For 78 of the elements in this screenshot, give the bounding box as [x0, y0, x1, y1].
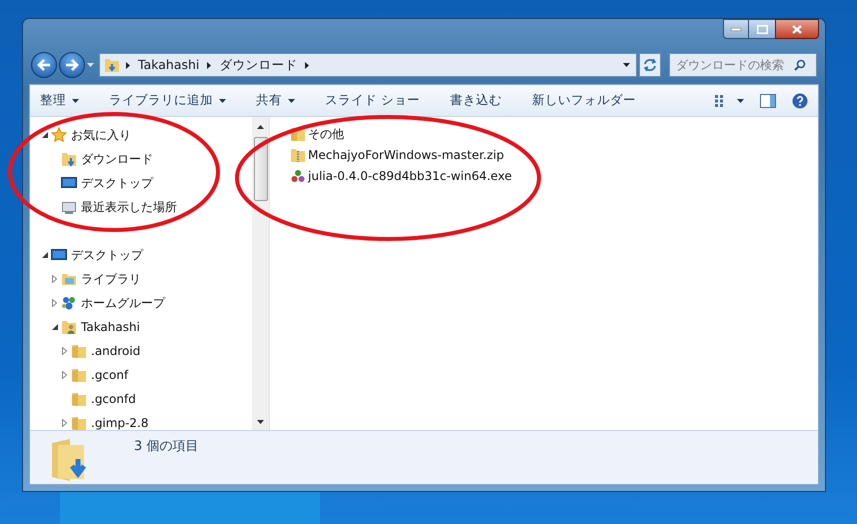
expanded-triangle-icon[interactable]	[42, 132, 48, 138]
toolbar-button[interactable]: 整理	[40, 91, 79, 110]
scroll-up-icon	[257, 125, 264, 129]
download-folder-icon	[61, 151, 77, 167]
tree-item[interactable]: .gconf	[91, 366, 128, 384]
view-options-button[interactable]	[715, 94, 744, 106]
chevron-icon	[126, 62, 130, 68]
collapsed-triangle-icon[interactable]	[62, 371, 67, 379]
collapsed-triangle-icon[interactable]	[52, 275, 57, 283]
folder-icon	[71, 391, 87, 407]
tree-item[interactable]: 最近表示した場所	[81, 198, 177, 216]
item-count: 3 個の項目	[134, 438, 198, 456]
folder-icon	[71, 367, 87, 383]
expanded-triangle-icon[interactable]	[52, 324, 58, 330]
scroll-down-icon	[257, 420, 264, 424]
scroll-thumb[interactable]	[254, 137, 268, 201]
back-arrow-icon	[37, 59, 51, 71]
forward-arrow-icon	[65, 59, 79, 71]
scrollbar[interactable]	[252, 117, 269, 430]
maximize-button[interactable]	[749, 19, 775, 39]
tree-item[interactable]: ホームグループ	[81, 294, 165, 312]
toolbar-button[interactable]: 共有	[256, 91, 295, 110]
folder-icon	[71, 343, 87, 359]
dropdown-caret-icon	[623, 63, 630, 67]
monitor-icon	[61, 175, 77, 191]
user-folder-icon	[61, 319, 77, 335]
toolbar-button[interactable]: ライブラリに追加	[109, 91, 226, 110]
collapsed-triangle-icon[interactable]	[62, 347, 67, 355]
file-name[interactable]: julia-0.4.0-c89d4bb31c-win64.exe	[308, 166, 512, 184]
breadcrumb[interactable]: ダウンロード	[219, 56, 298, 74]
tree-item[interactable]: .android	[91, 342, 140, 360]
help-button[interactable]	[792, 92, 808, 108]
dots-icon	[290, 168, 306, 184]
tree-item[interactable]: デスクトップ	[81, 174, 153, 192]
folder-icon	[71, 415, 87, 430]
breadcrumb[interactable]: Takahashi	[138, 56, 200, 74]
search-icon	[794, 59, 806, 71]
back-button[interactable]	[31, 52, 57, 78]
tree-item[interactable]: ライブラリ	[81, 270, 141, 288]
refresh-icon	[643, 58, 657, 72]
collapsed-triangle-icon[interactable]	[52, 299, 57, 307]
people-icon	[61, 295, 77, 311]
expanded-triangle-icon[interactable]	[42, 252, 48, 258]
help-icon	[792, 92, 808, 108]
caret-icon	[737, 98, 744, 102]
collapsed-triangle-icon[interactable]	[62, 419, 67, 427]
close-icon	[792, 24, 802, 34]
address-bar[interactable]: Takahashi ダウンロード	[99, 53, 637, 77]
chevron-icon	[305, 62, 310, 68]
toolbar-button[interactable]: スライド ショー	[325, 91, 420, 110]
tree-item[interactable]: お気に入り	[71, 126, 131, 144]
file-name[interactable]: その他	[308, 124, 344, 142]
preview-pane-icon	[760, 94, 776, 108]
tree-item[interactable]: .gconfd	[91, 390, 136, 408]
history-caret-icon	[87, 63, 94, 67]
minimize-button[interactable]	[723, 19, 749, 39]
refresh-button[interactable]	[639, 53, 661, 77]
maximize-icon	[756, 24, 768, 34]
tree-item[interactable]: デスクトップ	[71, 246, 143, 264]
monitor-icon	[61, 199, 77, 215]
monitor-icon	[51, 247, 67, 263]
search-field[interactable]: ダウンロードの検索	[669, 53, 817, 77]
zip-folder-icon	[290, 146, 306, 162]
star-icon	[51, 127, 67, 143]
tree-item[interactable]: ダウンロード	[81, 150, 153, 168]
forward-button[interactable]	[59, 52, 85, 78]
download-folder-icon	[104, 57, 120, 73]
minimize-icon	[731, 28, 741, 30]
library-folder-icon	[61, 271, 77, 287]
tree-item[interactable]: Takahashi	[81, 318, 140, 336]
toolbar-button[interactable]: 新しいフォルダー	[532, 91, 636, 110]
search-input: ダウンロードの検索	[676, 56, 794, 74]
preview-pane-button[interactable]	[760, 94, 776, 108]
close-button[interactable]	[775, 19, 819, 39]
tree-item[interactable]: .gimp-2.8	[91, 414, 148, 430]
file-name[interactable]: MechajyoForWindows-master.zip	[308, 146, 504, 164]
toolbar-button[interactable]: 書き込む	[450, 91, 502, 110]
chevron-icon	[207, 62, 212, 68]
